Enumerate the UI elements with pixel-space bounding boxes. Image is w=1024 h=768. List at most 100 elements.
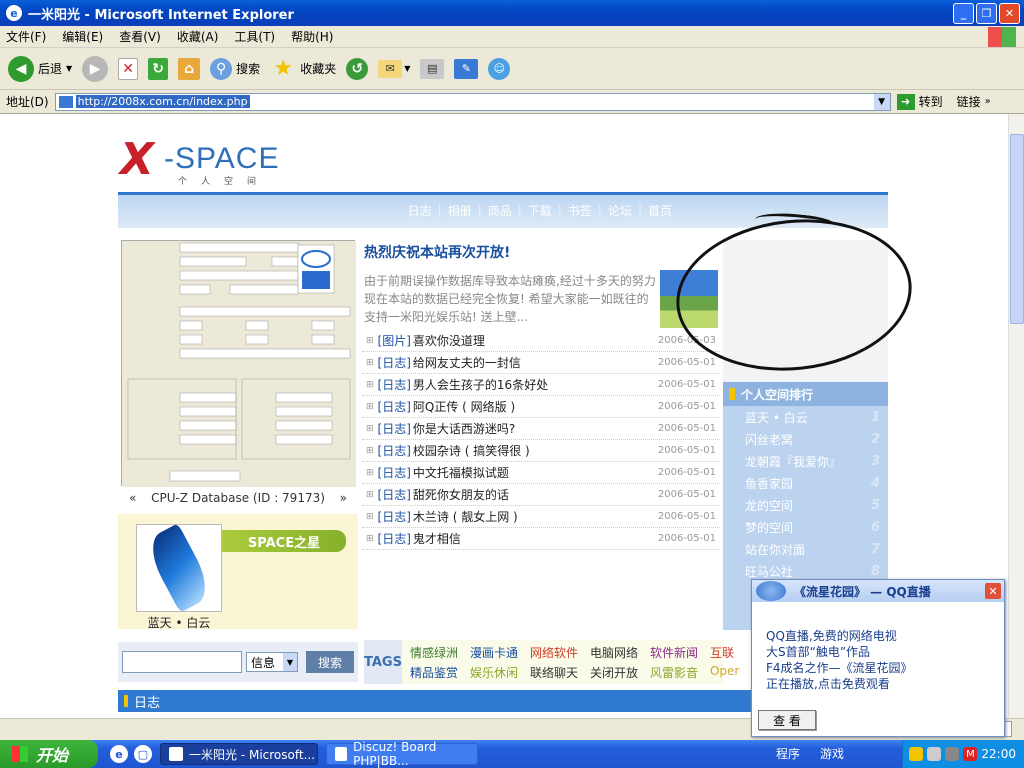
menu-help[interactable]: 帮助(H) xyxy=(291,28,333,45)
mail-button[interactable]: ✉ ▼ xyxy=(378,59,410,78)
clock[interactable]: 22:00 xyxy=(981,747,1016,761)
links-button[interactable]: 链接 xyxy=(957,93,981,110)
stop-button[interactable]: ✕ xyxy=(118,57,139,80)
article-title[interactable]: 阿Q正传 ( 网络版 ) xyxy=(413,398,515,415)
qq-close-icon[interactable]: ✕ xyxy=(985,583,1001,599)
article-category[interactable]: [日志] xyxy=(378,530,411,547)
ranking-item[interactable]: 龙的空间 5 xyxy=(723,494,888,516)
ranking-name[interactable]: 站在你对面 xyxy=(745,541,805,558)
tag-link[interactable]: 情感绿洲 xyxy=(410,644,470,662)
volume-tray-icon[interactable] xyxy=(945,747,960,761)
article-category[interactable]: [图片] xyxy=(378,332,411,349)
qq-view-button[interactable]: 查 看 xyxy=(758,710,816,730)
task-ie[interactable]: 一米阳光 - Microsoft... xyxy=(160,743,318,765)
address-input[interactable]: http://2008x.com.cn/index.php ▼ xyxy=(54,92,891,111)
minimize-button[interactable]: _ xyxy=(953,3,974,24)
nav-download[interactable]: 下载 xyxy=(528,202,552,219)
site-search-button[interactable]: 搜索 xyxy=(306,651,354,673)
nav-forum[interactable]: 论坛 xyxy=(608,202,632,219)
tag-link[interactable]: 关闭开放 xyxy=(590,664,650,682)
list-item[interactable]: ⊞ [日志] 木兰诗 ( 靓女上网 ) 2006-05-01 xyxy=(362,506,720,528)
cpuz-prev-button[interactable]: « xyxy=(129,491,136,505)
article-category[interactable]: [日志] xyxy=(378,376,411,393)
article-title[interactable]: 校园杂诗 ( 搞笑得很 ) xyxy=(413,442,530,459)
search-button[interactable]: ⚲ 搜索 xyxy=(210,57,260,80)
menu-file[interactable]: 文件(F) xyxy=(6,28,46,45)
ranking-name[interactable]: 龙的空间 xyxy=(745,497,793,514)
article-title[interactable]: 甜死你女朋友的话 xyxy=(413,486,509,503)
nav-album[interactable]: 相册 xyxy=(448,202,472,219)
menu-tools[interactable]: 工具(T) xyxy=(234,28,275,45)
scrollbar-thumb[interactable] xyxy=(1010,134,1024,324)
ranking-name[interactable]: 梦的空间 xyxy=(745,519,793,536)
list-item[interactable]: ⊞ [日志] 中文托福模拟试题 2006-05-01 xyxy=(362,462,720,484)
list-item[interactable]: ⊞ [日志] 阿Q正传 ( 网络版 ) 2006-05-01 xyxy=(362,396,720,418)
ranking-item[interactable]: 鱼香家园 4 xyxy=(723,472,888,494)
network-tray-icon[interactable] xyxy=(927,747,942,761)
list-item[interactable]: ⊞ [日志] 你是大话西游迷吗? 2006-05-01 xyxy=(362,418,720,440)
nav-bookmark[interactable]: 书签 xyxy=(568,202,592,219)
tag-link[interactable]: 漫画卡通 xyxy=(470,644,530,662)
messenger-button[interactable]: ☺ xyxy=(488,57,511,80)
list-item[interactable]: ⊞ [日志] 甜死你女朋友的话 2006-05-01 xyxy=(362,484,720,506)
tag-link[interactable]: 网络软件 xyxy=(530,644,590,662)
article-category[interactable]: [日志] xyxy=(378,442,411,459)
article-category[interactable]: [日志] xyxy=(378,464,411,481)
maximize-button[interactable]: ❐ xyxy=(976,3,997,24)
forward-button[interactable]: ▶ xyxy=(82,55,109,82)
list-item[interactable]: ⊞ [日志] 男人会生孩子的16条好处 2006-05-01 xyxy=(362,374,720,396)
star-avatar[interactable] xyxy=(136,523,222,613)
lock-tray-icon[interactable] xyxy=(909,747,924,761)
article-title[interactable]: 男人会生孩子的16条好处 xyxy=(413,376,548,393)
links-chevron-icon[interactable]: » xyxy=(985,96,991,107)
mail-dropdown-icon[interactable]: ▼ xyxy=(404,64,410,73)
search-type-select[interactable]: 信息 ▼ xyxy=(246,652,298,672)
print-button[interactable]: ▤ xyxy=(420,58,445,79)
address-url[interactable]: http://2008x.com.cn/index.php xyxy=(75,95,250,108)
desktop-quicklaunch-icon[interactable]: ▢ xyxy=(134,745,152,763)
address-dropdown-icon[interactable]: ▼ xyxy=(873,93,890,110)
back-dropdown-icon[interactable]: ▼ xyxy=(66,64,72,73)
go-button[interactable]: ➜ 转到 xyxy=(896,93,943,110)
ranking-item[interactable]: 站在你对面 7 xyxy=(723,538,888,560)
menu-edit[interactable]: 编辑(E) xyxy=(62,28,103,45)
article-title[interactable]: 给网友丈夫的一封信 xyxy=(413,354,521,371)
ranking-item[interactable]: 闪丝老窝 2 xyxy=(723,428,888,450)
tag-link[interactable]: 娱乐休闲 xyxy=(470,664,530,682)
home-button[interactable]: ⌂ xyxy=(178,57,201,80)
task-discuz[interactable]: Discuz! Board PHP|BB... xyxy=(326,740,478,768)
article-category[interactable]: [日志] xyxy=(378,508,411,525)
ranking-name[interactable]: 旺马公社 xyxy=(745,563,793,580)
tag-link[interactable]: 电脑网络 xyxy=(590,644,650,662)
ranking-item[interactable]: 梦的空间 6 xyxy=(723,516,888,538)
section-title[interactable]: 日志 xyxy=(134,692,160,711)
ranking-name[interactable]: 闪丝老窝 xyxy=(745,431,793,448)
nav-blog[interactable]: 日志 xyxy=(408,202,432,219)
ranking-item[interactable]: 龙朝霞『我爱你』 3 xyxy=(723,450,888,472)
list-item[interactable]: ⊞ [日志] 校园杂诗 ( 搞笑得很 ) 2006-05-01 xyxy=(362,440,720,462)
article-category[interactable]: [日志] xyxy=(378,398,411,415)
article-category[interactable]: [日志] xyxy=(378,354,411,371)
tag-link[interactable]: 软件新闻 xyxy=(650,644,710,662)
nav-goods[interactable]: 商品 xyxy=(488,202,512,219)
list-item[interactable]: ⊞ [图片] 喜欢你没道理 2006-05-03 xyxy=(362,330,720,352)
cpuz-screenshot[interactable] xyxy=(121,240,356,487)
tag-link[interactable]: 风雷影音 xyxy=(650,664,710,682)
history-button[interactable]: ↺ xyxy=(346,57,369,80)
article-title[interactable]: 木兰诗 ( 靓女上网 ) xyxy=(413,508,518,525)
nav-home[interactable]: 首页 xyxy=(648,202,672,219)
article-title[interactable]: 鬼才相信 xyxy=(413,530,461,547)
ranking-name[interactable]: 蓝天 • 白云 xyxy=(745,409,808,426)
list-item[interactable]: ⊞ [日志] 给网友丈夫的一封信 2006-05-01 xyxy=(362,352,720,374)
close-button[interactable]: ✕ xyxy=(999,3,1020,24)
article-title[interactable]: 喜欢你没道理 xyxy=(413,332,485,349)
star-name[interactable]: 蓝天 • 白云 xyxy=(136,614,222,631)
article-title[interactable]: 你是大话西游迷吗? xyxy=(413,420,515,437)
start-button[interactable]: 开始 xyxy=(0,740,98,768)
vertical-scrollbar[interactable] xyxy=(1008,114,1024,718)
tag-link[interactable]: 精品鉴赏 xyxy=(410,664,470,682)
xspace-logo[interactable]: X -SPACE 个人空间 xyxy=(120,134,320,187)
ranking-name[interactable]: 鱼香家园 xyxy=(745,475,793,492)
menu-view[interactable]: 查看(V) xyxy=(119,28,161,45)
list-item[interactable]: ⊞ [日志] 鬼才相信 2006-05-01 xyxy=(362,528,720,550)
